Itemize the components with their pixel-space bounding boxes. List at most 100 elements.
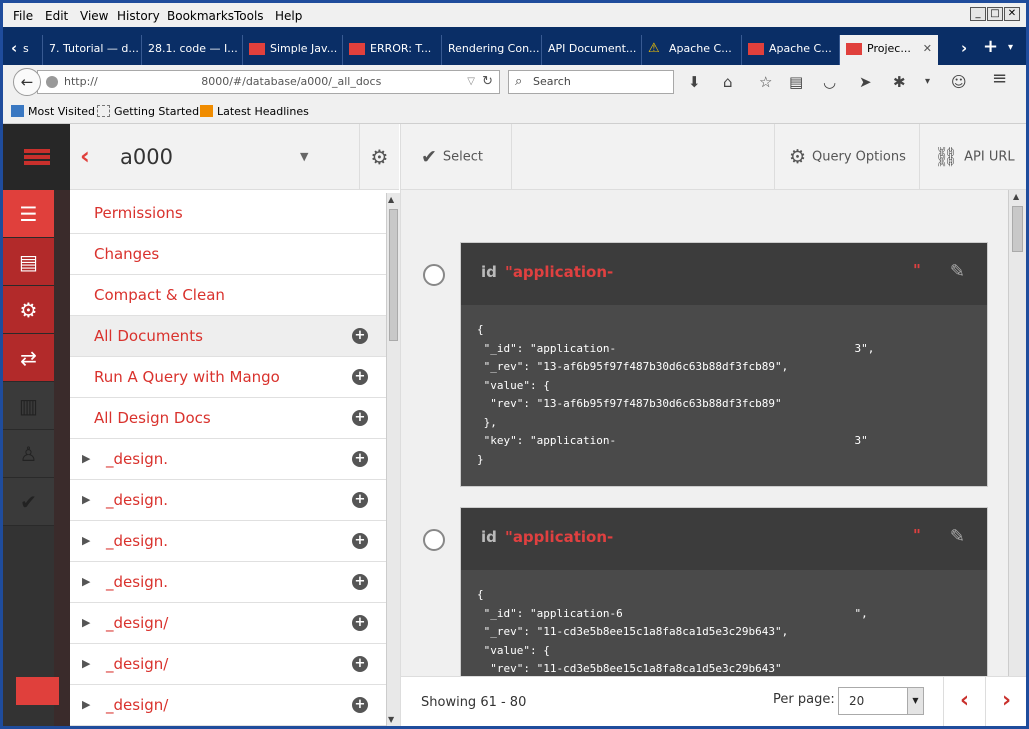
scroll-down-icon[interactable]: ▼ [388,715,394,724]
maximize-icon[interactable]: □ [987,7,1003,21]
tab-8[interactable]: Apache C... [742,35,840,65]
menu-help[interactable]: Help [275,9,302,23]
tab-list-icon[interactable]: ▾ [1008,42,1013,53]
hamburger-menu-icon[interactable]: ≡ [992,70,1007,88]
api-url-button[interactable]: ⛓ API URL [934,124,1024,190]
main-scrollbar[interactable]: ▲ [1008,190,1026,676]
tab-1[interactable]: 7. Tutorial — d... [43,35,142,65]
tab-9-active[interactable]: Projec... ✕ [840,35,938,65]
plus-icon[interactable]: + [352,615,368,631]
pocket-icon[interactable]: ◡ [823,74,836,90]
menu-file[interactable]: File [13,9,33,23]
back-button[interactable]: ← [13,68,41,96]
minimize-icon[interactable]: _ [970,7,986,21]
home-icon[interactable]: ⌂ [723,74,733,90]
extension-icon[interactable]: ✱ [893,74,906,90]
app-menu-toggle[interactable] [3,124,70,190]
per-page-select[interactable]: 20 ▼ [838,687,924,715]
sidebar-item-design-doc[interactable]: ▶ _design/ + [70,603,386,644]
expand-triangle-icon[interactable]: ▶ [82,439,90,479]
sidebar-item-design-doc[interactable]: ▶ _design/ + [70,685,386,726]
document-card[interactable]: id "application- " ✎ { "_id": "applicati… [460,507,988,676]
bookmark-latest-headlines[interactable]: Latest Headlines [200,105,309,118]
tab-4[interactable]: ERROR: T... [343,35,442,65]
rail-user[interactable]: ♙ [3,430,54,478]
sidebar-item-all-documents[interactable]: All Documents + [70,316,386,357]
chevron-left-icon[interactable]: ‹ [80,142,90,170]
expand-triangle-icon[interactable]: ▶ [82,521,90,561]
reload-icon[interactable]: ↻ [482,71,493,93]
rail-verify[interactable]: ✔ [3,478,54,526]
scroll-up-icon[interactable]: ▲ [1013,192,1019,201]
doc-select-radio[interactable] [423,529,445,551]
tab-close-icon[interactable]: ✕ [923,35,932,63]
expand-triangle-icon[interactable]: ▶ [82,685,90,725]
previous-page-button[interactable]: ‹ [943,677,985,726]
sidebar-item-all-design-docs[interactable]: All Design Docs + [70,398,386,439]
plus-icon[interactable]: + [352,697,368,713]
sidebar-item-permissions[interactable]: Permissions [70,193,386,234]
sidebar-item-changes[interactable]: Changes [70,234,386,275]
expand-triangle-icon[interactable]: ▶ [82,644,90,684]
plus-icon[interactable]: + [352,533,368,549]
rail-databases[interactable]: ☰ [3,190,54,238]
reading-list-icon[interactable]: ▤ [789,74,803,90]
plus-icon[interactable]: + [352,369,368,385]
database-settings-button[interactable]: ⚙ [359,124,399,190]
document-card[interactable]: id "application- " ✎ { "_id": "applicati… [460,242,988,487]
bookmark-most-visited[interactable]: Most Visited [11,105,95,118]
send-icon[interactable]: ➤ [859,74,872,90]
menu-bookmarks[interactable]: Bookmarks [167,9,234,23]
chevron-down-icon[interactable]: ▼ [300,150,308,163]
scroll-thumb[interactable] [389,209,398,341]
menu-tools[interactable]: Tools [234,9,264,23]
expand-triangle-icon[interactable]: ▶ [82,562,90,602]
doc-select-radio[interactable] [423,264,445,286]
expand-triangle-icon[interactable]: ▶ [82,603,90,643]
sidebar-scrollbar[interactable]: ▲ ▼ [386,193,400,726]
tab-2[interactable]: 28.1. code — I... [142,35,243,65]
tab-5[interactable]: Rendering Con... [442,35,542,65]
close-window-icon[interactable]: ✕ [1004,7,1020,21]
plus-icon[interactable]: + [352,451,368,467]
expand-triangle-icon[interactable]: ▶ [82,480,90,520]
rail-replication[interactable]: ⇄ [3,334,54,382]
url-dropdown-icon[interactable]: ▽ [467,71,475,93]
pencil-icon[interactable]: ✎ [950,261,965,282]
database-name[interactable]: a000 [120,145,173,169]
sidebar-item-design-doc[interactable]: ▶ _design. + [70,562,386,603]
download-icon[interactable]: ⬇ [688,74,701,90]
plus-icon[interactable]: + [352,574,368,590]
rail-config[interactable]: ⚙ [3,286,54,334]
next-page-button[interactable]: › [985,677,1026,726]
rail-setup[interactable]: ▤ [3,238,54,286]
plus-icon[interactable]: + [352,656,368,672]
extension-dropdown-icon[interactable]: ▾ [925,74,930,90]
sidebar-item-design-doc[interactable]: ▶ _design/ + [70,644,386,685]
sidebar-item-design-doc[interactable]: ▶ _design. + [70,521,386,562]
url-bar[interactable]: http:// 8000/#/database/a000/_all_docs ▽… [37,70,500,94]
tab-scroll-right-icon[interactable]: › [961,39,967,57]
search-input[interactable]: ⌕ Search [508,70,674,94]
select-button[interactable]: ✔ Select [421,124,511,190]
query-options-button[interactable]: ⚙ Query Options [789,124,917,190]
bookmark-getting-started[interactable]: Getting Started [97,105,199,118]
scroll-thumb[interactable] [1012,206,1023,252]
menu-view[interactable]: View [80,9,108,23]
scroll-up-icon[interactable]: ▲ [388,195,394,204]
tab-0[interactable]: s [17,35,43,65]
tab-7[interactable]: ⚠ Apache C... [642,35,742,65]
menu-history[interactable]: History [117,9,160,23]
bookmark-star-icon[interactable]: ☆ [759,74,772,90]
sidebar-item-design-doc[interactable]: ▶ _design. + [70,480,386,521]
pencil-icon[interactable]: ✎ [950,526,965,547]
sidebar-item-design-doc[interactable]: ▶ _design. + [70,439,386,480]
sidebar-item-compact[interactable]: Compact & Clean [70,275,386,316]
plus-icon[interactable]: + [352,410,368,426]
sidebar-item-mango-query[interactable]: Run A Query with Mango + [70,357,386,398]
new-tab-icon[interactable]: + [983,36,998,57]
plus-icon[interactable]: + [352,328,368,344]
rail-docs[interactable]: ▥ [3,382,54,430]
chat-icon[interactable]: ☺ [951,74,967,90]
tab-3[interactable]: Simple Jav... [243,35,343,65]
